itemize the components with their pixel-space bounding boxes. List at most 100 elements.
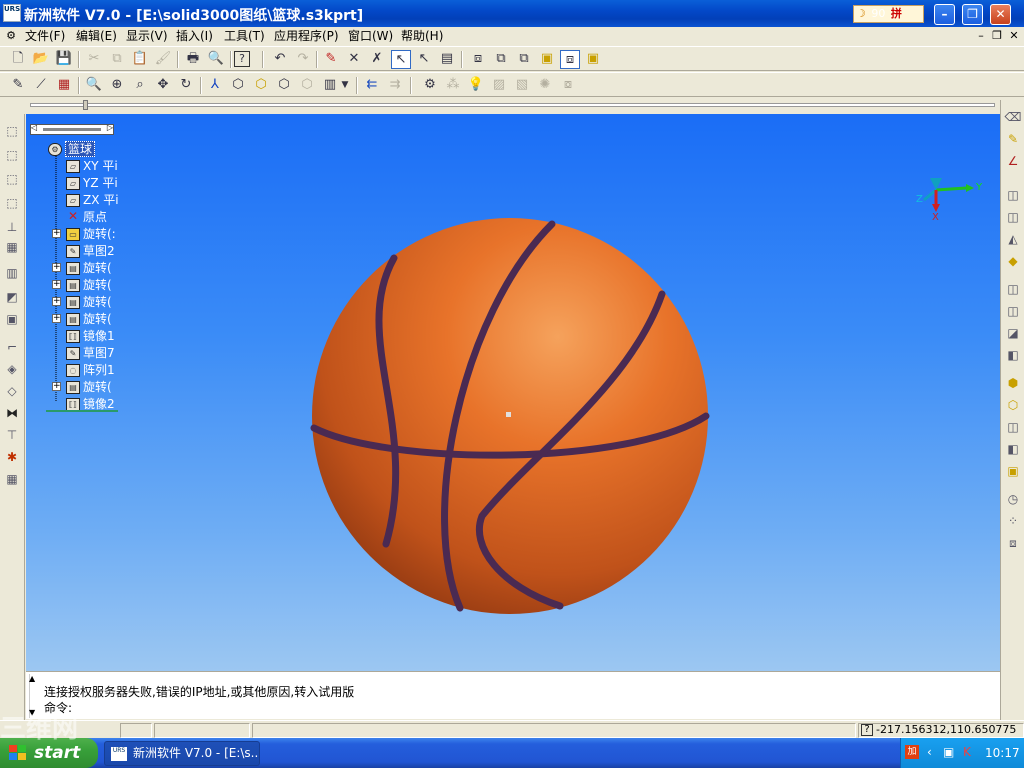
command-prompt[interactable]: 命令: (44, 699, 72, 716)
chain-icon[interactable]: ⁘ (1004, 512, 1022, 530)
3d-viewport[interactable]: ◁ ▷ ⚙ 篮球 ▱ XY 平i ▱ YZ 平i ▱ ZX 平i ✕ 原点 + ▭ 旋转(: ✎ 草图2 +… (26, 114, 1000, 671)
status-help-icon[interactable]: ? (861, 724, 873, 736)
menu-insert[interactable]: 插入(I) (176, 28, 213, 44)
view-arrange-icon[interactable]: ▣ (583, 50, 603, 69)
tree-expand-toggle[interactable]: + (52, 314, 61, 323)
mdi-restore-icon[interactable]: ❐ (990, 29, 1004, 43)
box-icon[interactable]: ◫ (1004, 186, 1022, 204)
cut-icon[interactable]: ✂ (84, 50, 104, 69)
menu-tools[interactable]: 工具(T) (224, 28, 265, 44)
tray-expand-icon[interactable]: ‹ (927, 745, 932, 759)
torus-icon[interactable]: ◫ (1004, 280, 1022, 298)
chart-icon[interactable]: ▦ (54, 76, 74, 95)
scroll-up-icon[interactable]: ▲ (29, 674, 35, 683)
help-icon[interactable]: ? (234, 51, 250, 67)
tree-node[interactable]: ▱ XY 平i (66, 158, 118, 174)
view-tile-icon[interactable]: ⧉ (491, 50, 511, 69)
select-arrow-icon[interactable]: ↖ (391, 50, 411, 69)
redo-icon[interactable]: ↷ (293, 50, 313, 69)
format-painter-icon[interactable]: 🖌 (153, 50, 173, 69)
rotate-view-icon[interactable]: ↻ (176, 76, 196, 95)
open-icon[interactable]: 📂 (31, 50, 51, 69)
menu-applications[interactable]: 应用程序(P) (274, 28, 339, 44)
minimize-button[interactable]: – (934, 4, 955, 25)
scroll-down-icon[interactable]: ▼ (29, 708, 35, 717)
cylinder-icon[interactable]: ◫ (1004, 208, 1022, 226)
angle-tool-icon[interactable]: ∠ (1004, 152, 1022, 170)
view-window-icon[interactable]: ⧉ (514, 50, 534, 69)
line-tool-icon[interactable]: ⟋ (31, 76, 51, 95)
view-highlight-icon[interactable]: ▣ (537, 50, 557, 69)
menu-help[interactable]: 帮助(H) (401, 28, 443, 44)
tree-node[interactable]: ▭ 旋转(: (66, 226, 116, 242)
output-scrollbar[interactable]: ▲ ▼ (29, 674, 39, 718)
tree-node[interactable]: ▤ 旋转( (66, 277, 112, 293)
polyhedron-icon[interactable]: ◧ (1004, 346, 1022, 364)
wedge-icon[interactable]: ◫ (1004, 302, 1022, 320)
render-settings-icon[interactable]: ⚙ (420, 76, 440, 95)
network-icon[interactable]: ▣ (943, 745, 954, 759)
new-icon[interactable]: 🗋 (8, 50, 28, 69)
tree-node[interactable]: ▤ 旋转( (66, 379, 112, 395)
tree-node[interactable]: ✎ 草图2 (66, 243, 115, 259)
menu-edit[interactable]: 编辑(E) (76, 28, 117, 44)
paint-icon[interactable]: ✱ (3, 448, 21, 466)
cone-icon[interactable]: ◭ (1004, 230, 1022, 248)
prism-icon[interactable]: ◪ (1004, 324, 1022, 342)
view-active-icon[interactable]: ⧈ (560, 50, 580, 69)
security-icon[interactable]: K (963, 745, 971, 759)
cube-yellow-icon[interactable]: ⬢ (1004, 374, 1022, 392)
close-button[interactable]: ✕ (990, 4, 1011, 25)
slider-track[interactable] (30, 103, 995, 107)
cube-folder-icon[interactable]: ▣ (1004, 462, 1022, 480)
iso-view-icon[interactable]: ⬡ (228, 76, 248, 95)
ime-indicator[interactable]: ☽ 90 拼 (853, 5, 924, 23)
cube-gray-icon[interactable]: ◫ (1004, 418, 1022, 436)
tree-node[interactable]: ⟦⟧ 镜像1 (66, 328, 115, 344)
mdi-close-icon[interactable]: ✕ (1007, 29, 1021, 43)
background-icon[interactable]: ⧇ (558, 76, 578, 95)
sketch-pen-icon[interactable]: ✎ (8, 76, 28, 95)
taskbar-app-button[interactable]: URS 新洲软件 V7.0 - [E:\s... (104, 741, 260, 766)
copy-icon[interactable]: ⧉ (107, 50, 127, 69)
tree-node[interactable]: ▱ ZX 平i (66, 192, 119, 208)
tree-node[interactable]: ▱ YZ 平i (66, 175, 118, 191)
sphere-tool-icon[interactable]: ◆ (1004, 252, 1022, 270)
save-icon[interactable]: 💾 (54, 50, 74, 69)
tree-expand-toggle[interactable]: + (52, 263, 61, 272)
zoom-icon[interactable]: 🔍 (84, 76, 104, 95)
view-cascade-icon[interactable]: ⧈ (468, 50, 488, 69)
pan-icon[interactable]: ✥ (153, 76, 173, 95)
measure-icon[interactable]: ▤ (437, 50, 457, 69)
side-view-icon[interactable]: ⬡ (297, 76, 317, 95)
light-icon[interactable]: 💡 (466, 76, 486, 95)
material-icon[interactable]: ⁂ (443, 76, 463, 95)
menu-view[interactable]: 显示(V) (126, 28, 168, 44)
paste-icon[interactable]: 📋 (130, 50, 150, 69)
split-icon[interactable]: ◇ (3, 382, 21, 400)
fillet-icon[interactable]: ▥ (3, 264, 21, 282)
tree-node[interactable]: ▤ 旋转( (66, 294, 112, 310)
clock-tool-icon[interactable]: ◷ (1004, 490, 1022, 508)
draft-icon[interactable]: ⌐ (3, 338, 21, 356)
app-icon[interactable]: URS (3, 4, 21, 22)
rib-icon[interactable]: ⊥ (3, 218, 21, 236)
mdi-minimize-icon[interactable]: – (974, 29, 988, 43)
erase-icon[interactable]: ✗ (367, 50, 387, 69)
thread-icon[interactable]: ◈ (3, 360, 21, 378)
pick-filter-icon[interactable]: ✎ (321, 50, 341, 69)
print-icon[interactable]: 🖶 (183, 50, 203, 69)
menu-window[interactable]: 窗口(W) (348, 28, 393, 44)
slider-handle[interactable] (83, 100, 88, 110)
zoom-window-icon[interactable]: ⌕ (130, 76, 150, 95)
clock[interactable]: 10:17 (985, 746, 1020, 760)
shell-icon[interactable]: ▣ (3, 310, 21, 328)
tree-node[interactable]: ▤ 旋转( (66, 260, 112, 276)
tree-expand-toggle[interactable]: + (52, 280, 61, 289)
top-view-icon[interactable]: ⬡ (274, 76, 294, 95)
frame-icon[interactable]: ⧈ (1004, 534, 1022, 552)
axes-view-icon[interactable]: ⅄ (205, 76, 225, 95)
tray-app-icon[interactable]: 加 (905, 745, 919, 759)
sweep-icon[interactable]: ⬚ (3, 170, 21, 188)
revolve-tool-icon[interactable]: ⬚ (3, 146, 21, 164)
